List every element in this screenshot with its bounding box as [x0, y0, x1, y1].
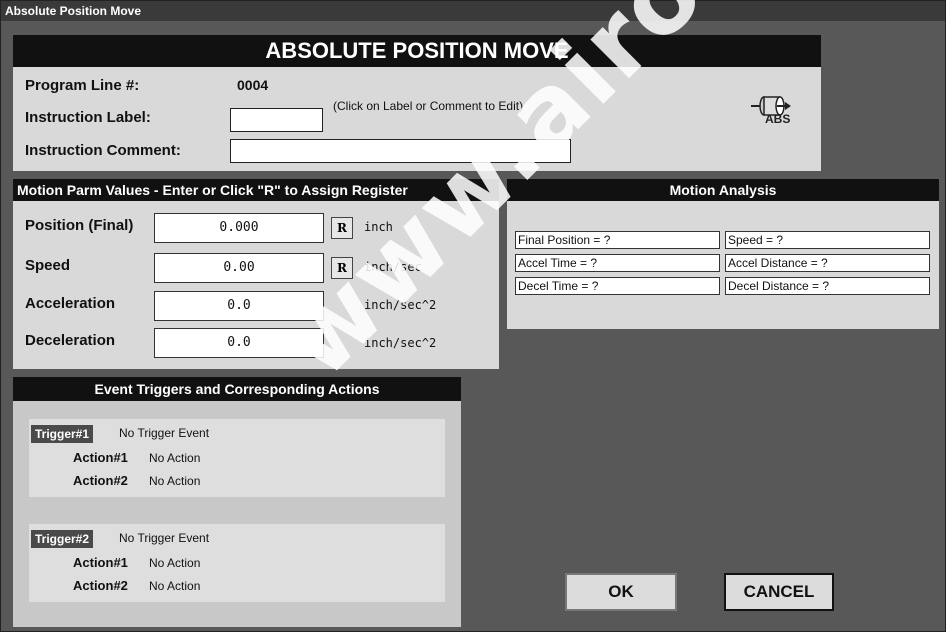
position-label: Position (Final) [25, 217, 134, 234]
program-line-value: 0004 [237, 77, 269, 93]
trigger-2-action-1-label: Action#1 [73, 555, 128, 570]
instruction-label-field[interactable] [230, 108, 323, 132]
trigger-2-tag[interactable]: Trigger#2 [31, 530, 94, 548]
accel-distance-readout: Accel Distance = ? [725, 254, 930, 272]
trigger-2-action-1[interactable]: No Action [149, 556, 200, 570]
abs-icon-text: ABS [765, 112, 791, 126]
speed-readout: Speed = ? [725, 231, 930, 249]
accel-time-readout: Accel Time = ? [515, 254, 720, 272]
deceleration-unit: inch/sec^2 [364, 336, 437, 350]
dialog-window: Absolute Position Move ABSOLUTE POSITION… [0, 0, 946, 632]
trigger-1-action-1-label: Action#1 [73, 450, 128, 465]
trigger-1-action-2[interactable]: No Action [149, 474, 200, 488]
position-register-button[interactable]: R [331, 217, 353, 239]
motion-parm-title: Motion Parm Values - Enter or Click "R" … [13, 179, 499, 201]
speed-unit: inch/sec [364, 260, 422, 274]
instruction-label-label: Instruction Label: [25, 109, 151, 126]
speed-register-button[interactable]: R [331, 257, 353, 279]
abs-move-icon: ABS [749, 93, 793, 126]
acceleration-label: Acceleration [25, 295, 116, 312]
decel-time-readout: Decel Time = ? [515, 277, 720, 295]
acceleration-input[interactable]: 0.0 [154, 291, 324, 321]
final-position-readout: Final Position = ? [515, 231, 720, 249]
window-title: Absolute Position Move [1, 1, 945, 21]
speed-label: Speed [25, 257, 71, 274]
instruction-comment-label: Instruction Comment: [25, 142, 181, 159]
acceleration-unit: inch/sec^2 [364, 298, 437, 312]
instruction-comment-field[interactable] [230, 139, 571, 163]
trigger-1-action-2-label: Action#2 [73, 473, 128, 488]
program-line-label: Program Line #: [25, 77, 140, 94]
trigger-2-action-2-label: Action#2 [73, 578, 128, 593]
event-triggers-title: Event Triggers and Corresponding Actions [13, 377, 461, 401]
trigger-1-event[interactable]: No Trigger Event [119, 426, 209, 440]
position-input[interactable]: 0.000 [154, 213, 324, 243]
page-title: ABSOLUTE POSITION MOVE [13, 35, 821, 67]
trigger-1-tag[interactable]: Trigger#1 [31, 425, 94, 443]
deceleration-label: Deceleration [25, 332, 116, 349]
ok-button[interactable]: OK [565, 573, 677, 611]
edit-hint: (Click on Label or Comment to Edit) [333, 99, 524, 113]
position-unit: inch [364, 220, 393, 234]
deceleration-input[interactable]: 0.0 [154, 328, 324, 358]
cancel-button[interactable]: CANCEL [724, 573, 834, 611]
decel-distance-readout: Decel Distance = ? [725, 277, 930, 295]
trigger-2-event[interactable]: No Trigger Event [119, 531, 209, 545]
trigger-1-action-1[interactable]: No Action [149, 451, 200, 465]
speed-input[interactable]: 0.00 [154, 253, 324, 283]
motion-analysis-title: Motion Analysis [507, 179, 939, 201]
trigger-2-action-2[interactable]: No Action [149, 579, 200, 593]
